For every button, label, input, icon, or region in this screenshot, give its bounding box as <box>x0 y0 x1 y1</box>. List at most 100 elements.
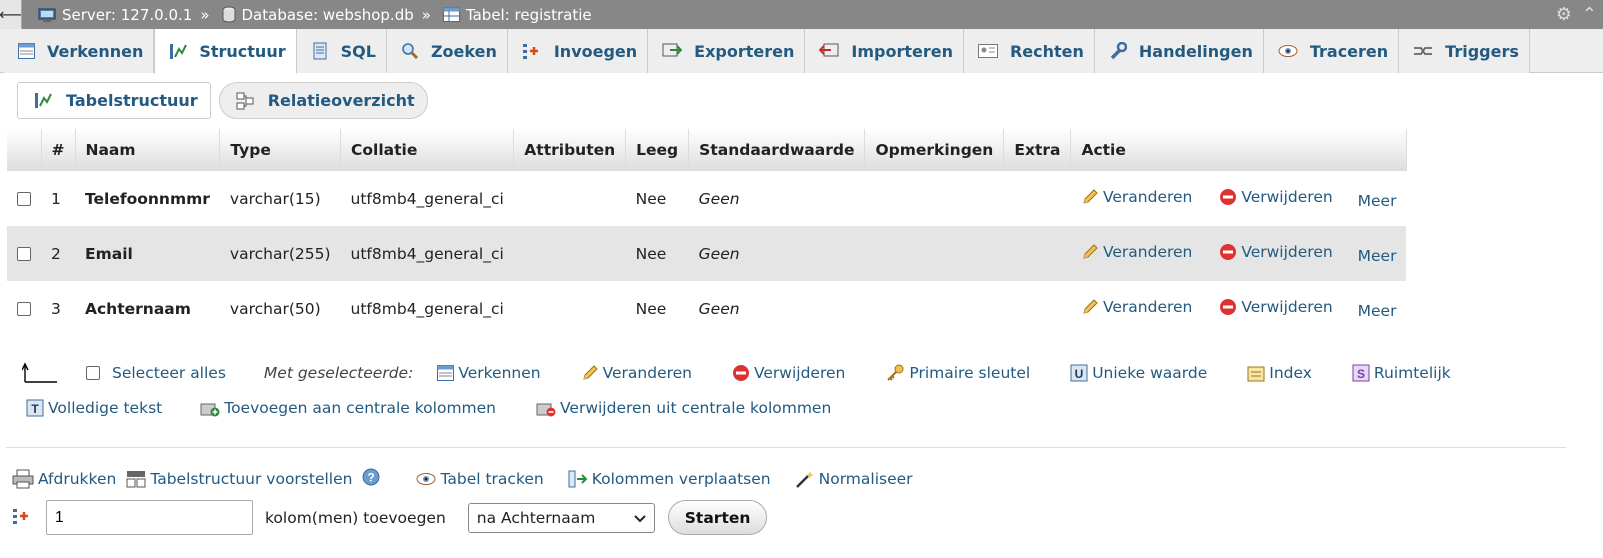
normalize-button[interactable]: Normaliseer <box>795 470 913 488</box>
drop-icon <box>1219 243 1237 261</box>
breadcrumb-server[interactable]: Server: 127.0.0.1 <box>38 6 192 24</box>
breadcrumb-server-label[interactable]: Server: 127.0.0.1 <box>62 6 192 24</box>
sub-tabs: Tabelstructuur Relatieoverzicht <box>17 82 428 119</box>
browse-icon <box>18 43 35 59</box>
tab-sql[interactable]: SQL <box>296 29 387 73</box>
row-checkbox[interactable] <box>17 192 31 206</box>
row-checkbox[interactable] <box>17 302 31 316</box>
go-button[interactable]: Starten <box>667 500 768 535</box>
breadcrumb-table[interactable]: Tabel: registratie <box>442 6 592 24</box>
header-checkbox <box>7 129 42 171</box>
tab-handelingen[interactable]: Handelingen <box>1094 29 1264 73</box>
bulk-unique-button[interactable]: U Unieke waarde <box>1070 364 1207 382</box>
bulk-index-button[interactable]: Index <box>1247 364 1312 382</box>
header-naam[interactable]: Naam <box>75 129 221 171</box>
add-columns-row: kolom(men) toevoegen na Achternaam Start… <box>12 500 768 535</box>
settings-gear-icon[interactable]: ⚙ <box>1556 4 1572 25</box>
tab-exporteren[interactable]: Exporteren <box>648 29 806 73</box>
back-arrow-icon[interactable]: ⟵ <box>0 0 22 29</box>
header-leeg[interactable]: Leeg <box>625 129 690 171</box>
row-null: Nee <box>625 171 689 226</box>
breadcrumb-database-label[interactable]: Database: webshop.db <box>242 6 414 24</box>
header-collatie[interactable]: Collatie <box>340 129 515 171</box>
row-collation: utf8mb4_general_ci <box>340 281 514 336</box>
row-extra <box>1003 281 1071 336</box>
tab-structuur[interactable]: Structuur <box>154 29 297 74</box>
tab-invoegen[interactable]: Invoegen <box>507 29 649 73</box>
move-columns-icon <box>568 470 588 488</box>
header-type[interactable]: Type <box>219 129 342 171</box>
drop-link[interactable]: Verwijderen <box>1219 188 1333 206</box>
row-default: Geen <box>688 226 865 281</box>
drop-link[interactable]: Verwijderen <box>1219 243 1333 261</box>
select-all-label[interactable]: Selecteer alles <box>112 364 226 382</box>
table-header-row: # Naam Type Collatie Attributen Leeg Sta… <box>7 129 1407 171</box>
more-dropdown[interactable]: Meer <box>1358 302 1397 320</box>
breadcrumb-separator: » <box>421 5 431 24</box>
header-standaardwaarde[interactable]: Standaardwaarde <box>688 129 866 171</box>
drop-link[interactable]: Verwijderen <box>1219 298 1333 316</box>
add-column-count-input[interactable] <box>46 500 253 535</box>
row-default: Geen <box>688 171 865 226</box>
breadcrumb-separator: » <box>200 5 210 24</box>
row-type: varchar(50) <box>219 281 341 336</box>
tab-importeren[interactable]: Importeren <box>805 29 964 73</box>
subtab-label: Tabelstructuur <box>66 91 198 110</box>
move-columns-button[interactable]: Kolommen verplaatsen <box>568 470 771 488</box>
eye-icon <box>1278 44 1298 58</box>
bulk-change-button[interactable]: Veranderen <box>581 364 692 382</box>
change-link[interactable]: Veranderen <box>1081 298 1192 316</box>
propose-structure-button[interactable]: Tabelstructuur voorstellen <box>126 469 352 489</box>
tab-triggers[interactable]: Triggers <box>1399 29 1530 73</box>
row-attributes <box>513 226 626 281</box>
bulk-primary-button[interactable]: Primaire sleutel <box>885 364 1030 382</box>
tab-label: SQL <box>340 41 376 61</box>
breadcrumb-table-label[interactable]: Tabel: registratie <box>466 6 592 24</box>
header-num[interactable]: # <box>41 129 76 171</box>
row-attributes <box>513 281 626 336</box>
header-attributen[interactable]: Attributen <box>513 129 627 171</box>
print-button[interactable]: Afdrukken <box>12 469 116 489</box>
bulk-add-central-button[interactable]: Toevoegen aan centrale kolommen <box>200 399 496 417</box>
pencil-icon <box>581 364 599 382</box>
bulk-remove-central-button[interactable]: Verwijderen uit centrale kolommen <box>536 399 831 417</box>
tab-zoeken[interactable]: Zoeken <box>386 29 508 73</box>
change-link[interactable]: Veranderen <box>1081 243 1192 261</box>
unique-icon: U <box>1070 364 1088 382</box>
tab-verkennen[interactable]: Verkennen <box>4 29 155 73</box>
bulk-browse-button[interactable]: Verkennen <box>437 364 541 382</box>
help-icon[interactable]: ? <box>362 468 380 490</box>
tab-label: Invoegen <box>553 41 638 61</box>
tab-label: Importeren <box>851 41 953 61</box>
header-extra[interactable]: Extra <box>1003 129 1072 171</box>
column-position-select[interactable]: na Achternaam <box>467 502 655 533</box>
structure-icon <box>34 92 52 109</box>
pencil-icon <box>1081 188 1099 206</box>
row-default: Geen <box>688 281 865 336</box>
bulk-spatial-button[interactable]: S Ruimtelijk <box>1352 364 1451 382</box>
more-dropdown[interactable]: Meer <box>1358 192 1397 210</box>
tab-label: Exporteren <box>694 41 795 61</box>
tab-rechten[interactable]: Rechten <box>963 29 1095 73</box>
subtab-relatieoverzicht[interactable]: Relatieoverzicht <box>218 82 428 119</box>
row-checkbox[interactable] <box>17 247 31 261</box>
breadcrumb-database[interactable]: Database: webshop.db <box>222 6 414 24</box>
database-icon <box>222 6 236 23</box>
change-link[interactable]: Veranderen <box>1081 188 1192 206</box>
index-icon <box>1247 364 1265 382</box>
header-opmerkingen[interactable]: Opmerkingen <box>864 129 1005 171</box>
table-row: 2 Email varchar(255) utf8mb4_general_ci … <box>7 226 1407 281</box>
fulltext-icon: T <box>26 399 44 417</box>
pencil-icon <box>1081 243 1099 261</box>
tab-traceren[interactable]: Traceren <box>1263 29 1400 73</box>
bulk-fulltext-button[interactable]: T Volledige tekst <box>26 399 162 417</box>
collapse-icon[interactable]: ⌃ <box>1582 4 1597 25</box>
bulk-drop-button[interactable]: Verwijderen <box>732 364 845 382</box>
select-all-checkbox[interactable] <box>86 366 100 380</box>
svg-text:T: T <box>31 402 39 416</box>
track-table-button[interactable]: Tabel tracken <box>416 470 544 488</box>
top-breadcrumb-bar: ⟵ Server: 127.0.0.1 » Database: webshop.… <box>0 0 1603 29</box>
more-dropdown[interactable]: Meer <box>1358 247 1397 265</box>
subtab-tabelstructuur[interactable]: Tabelstructuur <box>17 82 211 119</box>
table-operations-row: Afdrukken Tabelstructuur voorstellen ? T… <box>12 468 913 490</box>
